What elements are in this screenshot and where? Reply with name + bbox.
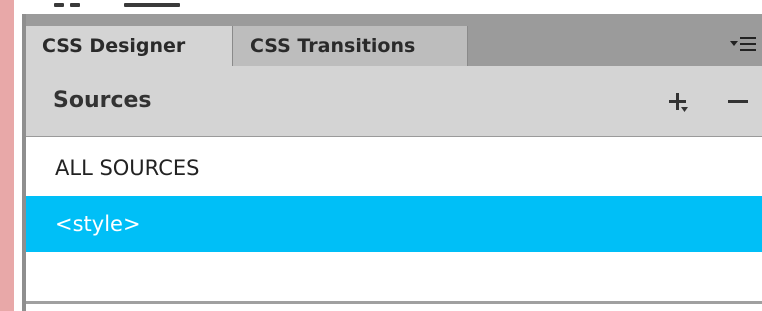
clipped-glyph <box>70 3 80 7</box>
source-item-all-sources[interactable]: ALL SOURCES <box>26 140 762 196</box>
panel-tab-bar: CSS Designer CSS Transitions <box>26 14 762 66</box>
plus-icon <box>669 93 688 112</box>
clipped-glyph <box>124 3 180 7</box>
tab-css-designer[interactable]: CSS Designer <box>26 26 232 66</box>
sources-title: Sources <box>53 88 152 113</box>
add-source-button[interactable] <box>666 90 690 114</box>
source-item-style[interactable]: <style> <box>26 196 762 252</box>
panel-bottom-area <box>26 304 762 311</box>
remove-source-button[interactable] <box>726 90 750 114</box>
document-edge-strip <box>0 0 14 311</box>
css-designer-panel: CSS Designer CSS Transitions Sources ALL… <box>26 14 762 311</box>
minus-icon <box>728 100 748 103</box>
sources-list: ALL SOURCES <style> <box>26 137 762 301</box>
clipped-glyph <box>54 3 64 7</box>
top-clipped-area <box>14 0 762 14</box>
panel-options-menu-icon[interactable] <box>730 35 756 53</box>
sources-section-header: Sources <box>26 66 762 137</box>
tab-css-transitions[interactable]: CSS Transitions <box>232 26 468 66</box>
